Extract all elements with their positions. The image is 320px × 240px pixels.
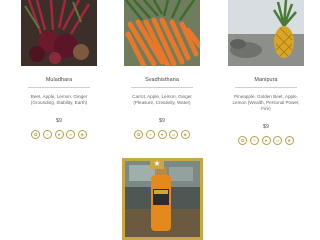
product-name[interactable]: Manipura <box>228 77 304 83</box>
product-price: $9 <box>159 118 165 124</box>
product-name[interactable]: Muladhara <box>21 77 97 83</box>
product-description: Carrot, Apple, Lemon, Ginger (Pleasure, … <box>132 94 192 105</box>
divider <box>131 87 193 88</box>
leaf-icon: ✿ <box>238 136 248 145</box>
drop-icon: ● <box>157 130 167 139</box>
star-icon: ★ <box>150 158 164 169</box>
pineapple-photo[interactable] <box>228 0 304 66</box>
diet-icons: ✿ ≈ ● ▱ ◈ <box>21 130 97 139</box>
drop-icon: ● <box>261 136 271 145</box>
beet-photo[interactable] <box>21 0 97 66</box>
product-description: Beet, Apple, Lemon, Ginger (Grounding, S… <box>30 94 88 105</box>
milk-icon: ▱ <box>169 130 179 139</box>
product-price: $9 <box>56 118 62 124</box>
product-card-manipura[interactable]: Manipura Pineapple, Golden Beet, Apple, … <box>228 0 304 145</box>
leaf-icon: ✿ <box>134 130 144 139</box>
juice-bottle-photo[interactable] <box>125 161 200 237</box>
grain-icon: ≈ <box>249 136 259 145</box>
product-name[interactable]: Svadhisthana <box>124 77 200 83</box>
milk-icon: ▱ <box>66 130 76 139</box>
leaf-icon: ✿ <box>31 130 41 139</box>
grain-icon: ≈ <box>145 130 155 139</box>
nut-icon: ◈ <box>284 136 294 145</box>
milk-icon: ▱ <box>273 136 283 145</box>
divider <box>235 87 297 88</box>
diet-icons: ✿ ≈ ● ▱ ◈ <box>228 136 304 145</box>
nut-icon: ◈ <box>77 130 87 139</box>
product-card-svadhisthana[interactable]: Svadhisthana Carrot, Apple, Lemon, Ginge… <box>124 0 200 139</box>
product-price: $9 <box>263 124 269 130</box>
diet-icons: ✿ ≈ ● ▱ ◈ <box>124 130 200 139</box>
featured-product[interactable] <box>122 158 203 240</box>
product-card-muladhara[interactable]: Muladhara Beet, Apple, Lemon, Ginger (Gr… <box>21 0 97 139</box>
grain-icon: ≈ <box>42 130 52 139</box>
product-description: Pineapple, Golden Beet, Apple, Lemon (We… <box>232 94 300 111</box>
carrot-photo[interactable] <box>124 0 200 66</box>
nut-icon: ◈ <box>180 130 190 139</box>
divider <box>28 87 90 88</box>
drop-icon: ● <box>54 130 64 139</box>
